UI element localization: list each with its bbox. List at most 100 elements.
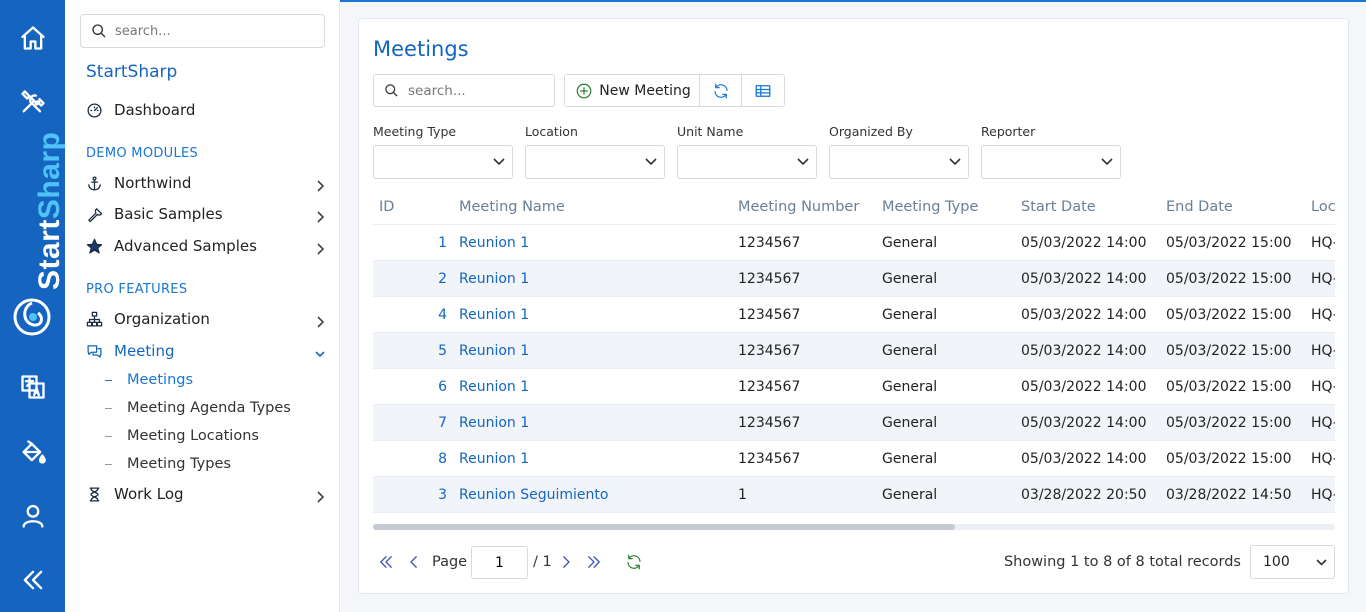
filter-label: Location	[525, 124, 578, 139]
dash-marker	[105, 407, 112, 409]
table-row[interactable]: 1 Reunion 1 1234567 General 05/03/2022 14:00…	[373, 225, 1335, 261]
horizontal-scrollbar[interactable]	[373, 524, 1335, 530]
chevron-right-icon	[315, 313, 325, 328]
filter-meeting-type-select[interactable]	[373, 145, 513, 179]
sidebar-subitem-label: Meeting Locations	[127, 428, 259, 444]
sidebar-subitem-label: Meetings	[127, 372, 194, 388]
table-row[interactable]: 5 Reunion 1 1234567 General 05/03/2022 14:00…	[373, 333, 1335, 369]
filter-unit-name-select[interactable]	[677, 145, 817, 179]
sidebar-subitem-meeting-locations[interactable]: Meeting Locations	[105, 425, 259, 447]
column-header-id[interactable]: ID	[379, 189, 394, 225]
cell-id: 1	[438, 235, 447, 251]
search-icon	[385, 84, 398, 97]
column-header-location[interactable]: Loc	[1311, 189, 1335, 225]
cell-end-date: 03/28/2022 14:50	[1166, 487, 1292, 503]
horizontal-scrollbar-thumb[interactable]	[373, 524, 955, 530]
cell-id: 6	[438, 379, 447, 395]
sidebar-app-title: StartSharp	[86, 62, 178, 82]
column-header-start-date[interactable]: Start Date	[1021, 189, 1096, 225]
refresh-button[interactable]	[700, 75, 742, 106]
grid-search[interactable]	[373, 74, 555, 107]
cell-location: HQ-	[1311, 451, 1335, 467]
anchor-icon	[85, 174, 103, 192]
cell-end-date: 05/03/2022 15:00	[1166, 343, 1292, 359]
table-row[interactable]: 4 Reunion 1 1234567 General 05/03/2022 14:00…	[373, 297, 1335, 333]
cell-meeting-name[interactable]: Reunion 1	[459, 369, 529, 405]
sidebar-subitem-meeting-types[interactable]: Meeting Types	[105, 453, 231, 475]
sidebar-item-advanced-samples[interactable]: Advanced Samples	[85, 233, 327, 259]
sidebar-item-label: Meeting	[114, 342, 175, 360]
pager-refresh-button[interactable]	[623, 551, 645, 573]
sidebar-item-northwind[interactable]: Northwind	[85, 170, 327, 196]
sidebar-item-meeting[interactable]: Meeting	[85, 338, 327, 364]
sidebar-item-label: Dashboard	[114, 101, 196, 119]
cell-location: HQ-	[1311, 271, 1335, 287]
table-row[interactable]: 2 Reunion 1 1234567 General 05/03/2022 14:00…	[373, 261, 1335, 297]
cell-meeting-name[interactable]: Reunion Seguimiento	[459, 477, 608, 513]
cell-start-date: 05/03/2022 14:00	[1021, 307, 1147, 323]
filter-organized-by-select[interactable]	[829, 145, 969, 179]
sidebar-search-input[interactable]	[115, 23, 315, 39]
filter-organized-by: Organized By	[829, 124, 969, 179]
chevron-right-icon	[315, 240, 325, 255]
column-header-meeting-type[interactable]: Meeting Type	[882, 189, 978, 225]
chevron-down-icon	[645, 158, 657, 166]
cell-meeting-name[interactable]: Reunion 1	[459, 297, 529, 333]
user-icon[interactable]	[17, 500, 49, 532]
tools-icon[interactable]	[17, 86, 49, 118]
column-header-meeting-name[interactable]: Meeting Name	[459, 189, 565, 225]
cell-meeting-name[interactable]: Reunion 1	[459, 405, 529, 441]
filter-reporter-select[interactable]	[981, 145, 1121, 179]
meetings-grid: ID Meeting Name Meeting Number Meeting T…	[373, 189, 1335, 531]
page-total: / 1	[533, 554, 552, 570]
cell-meeting-name[interactable]: Reunion 1	[459, 225, 529, 261]
filter-location-select[interactable]	[525, 145, 665, 179]
sidebar-search[interactable]	[80, 14, 325, 48]
cell-meeting-name[interactable]: Reunion 1	[459, 333, 529, 369]
cell-start-date: 05/03/2022 14:00	[1021, 235, 1147, 251]
translate-icon[interactable]	[17, 371, 49, 403]
table-row[interactable]: 7 Reunion 1 1234567 General 05/03/2022 14:00…	[373, 405, 1335, 441]
sidebar-item-dashboard[interactable]: Dashboard	[85, 97, 327, 123]
column-header-end-date[interactable]: End Date	[1166, 189, 1233, 225]
new-meeting-button[interactable]: New Meeting	[565, 75, 700, 106]
sidebar-item-basic-samples[interactable]: Basic Samples	[85, 201, 327, 227]
chevron-down-icon	[315, 345, 325, 358]
table-row[interactable]: 6 Reunion 1 1234567 General 05/03/2022 14:00…	[373, 369, 1335, 405]
cell-meeting-name[interactable]: Reunion 1	[459, 261, 529, 297]
page-number-input[interactable]	[471, 546, 528, 579]
paint-bucket-icon[interactable]	[17, 436, 49, 468]
sidebar-item-work-log[interactable]: Work Log	[85, 481, 327, 507]
cell-meeting-type: General	[882, 271, 938, 287]
cell-meeting-name[interactable]: Reunion 1	[459, 441, 529, 477]
last-page-button[interactable]	[583, 551, 605, 573]
home-icon[interactable]	[17, 22, 49, 54]
chevron-right-icon	[315, 177, 325, 192]
table-row[interactable]: 3 Reunion Seguimiento 1 General 03/28/2022 2…	[373, 477, 1335, 513]
page-size-select[interactable]: 100	[1250, 545, 1335, 579]
filter-unit-name: Unit Name	[677, 124, 817, 179]
chevron-down-icon	[1316, 559, 1327, 566]
sidebar-subitem-meetings[interactable]: Meetings	[105, 369, 193, 391]
cell-meeting-number: 1234567	[738, 379, 801, 395]
dash-marker	[105, 463, 112, 465]
table-row[interactable]: 8 Reunion 1 1234567 General 05/03/2022 14:00…	[373, 441, 1335, 477]
previous-page-button[interactable]	[403, 551, 425, 573]
top-progress-bar	[340, 0, 1366, 2]
table-columns-icon	[755, 84, 771, 97]
grid-search-input[interactable]	[408, 82, 548, 99]
sidebar-subitem-meeting-agenda-types[interactable]: Meeting Agenda Types	[105, 397, 291, 419]
brand-logo-text: StartSharp	[33, 131, 66, 290]
sidebar-subitem-label: Meeting Agenda Types	[127, 400, 291, 416]
filter-meeting-type: Meeting Type	[373, 124, 513, 179]
gauge-icon	[85, 101, 103, 119]
cell-id: 5	[438, 343, 447, 359]
next-page-button[interactable]	[555, 551, 577, 573]
column-picker-button[interactable]	[742, 75, 784, 106]
sidebar-item-organization[interactable]: Organization	[85, 306, 327, 332]
first-page-button[interactable]	[375, 551, 397, 573]
grid-header-row: ID Meeting Name Meeting Number Meeting T…	[373, 189, 1335, 225]
cell-end-date: 05/03/2022 15:00	[1166, 415, 1292, 431]
column-header-meeting-number[interactable]: Meeting Number	[738, 189, 859, 225]
collapse-sidebar-icon[interactable]	[17, 564, 49, 596]
